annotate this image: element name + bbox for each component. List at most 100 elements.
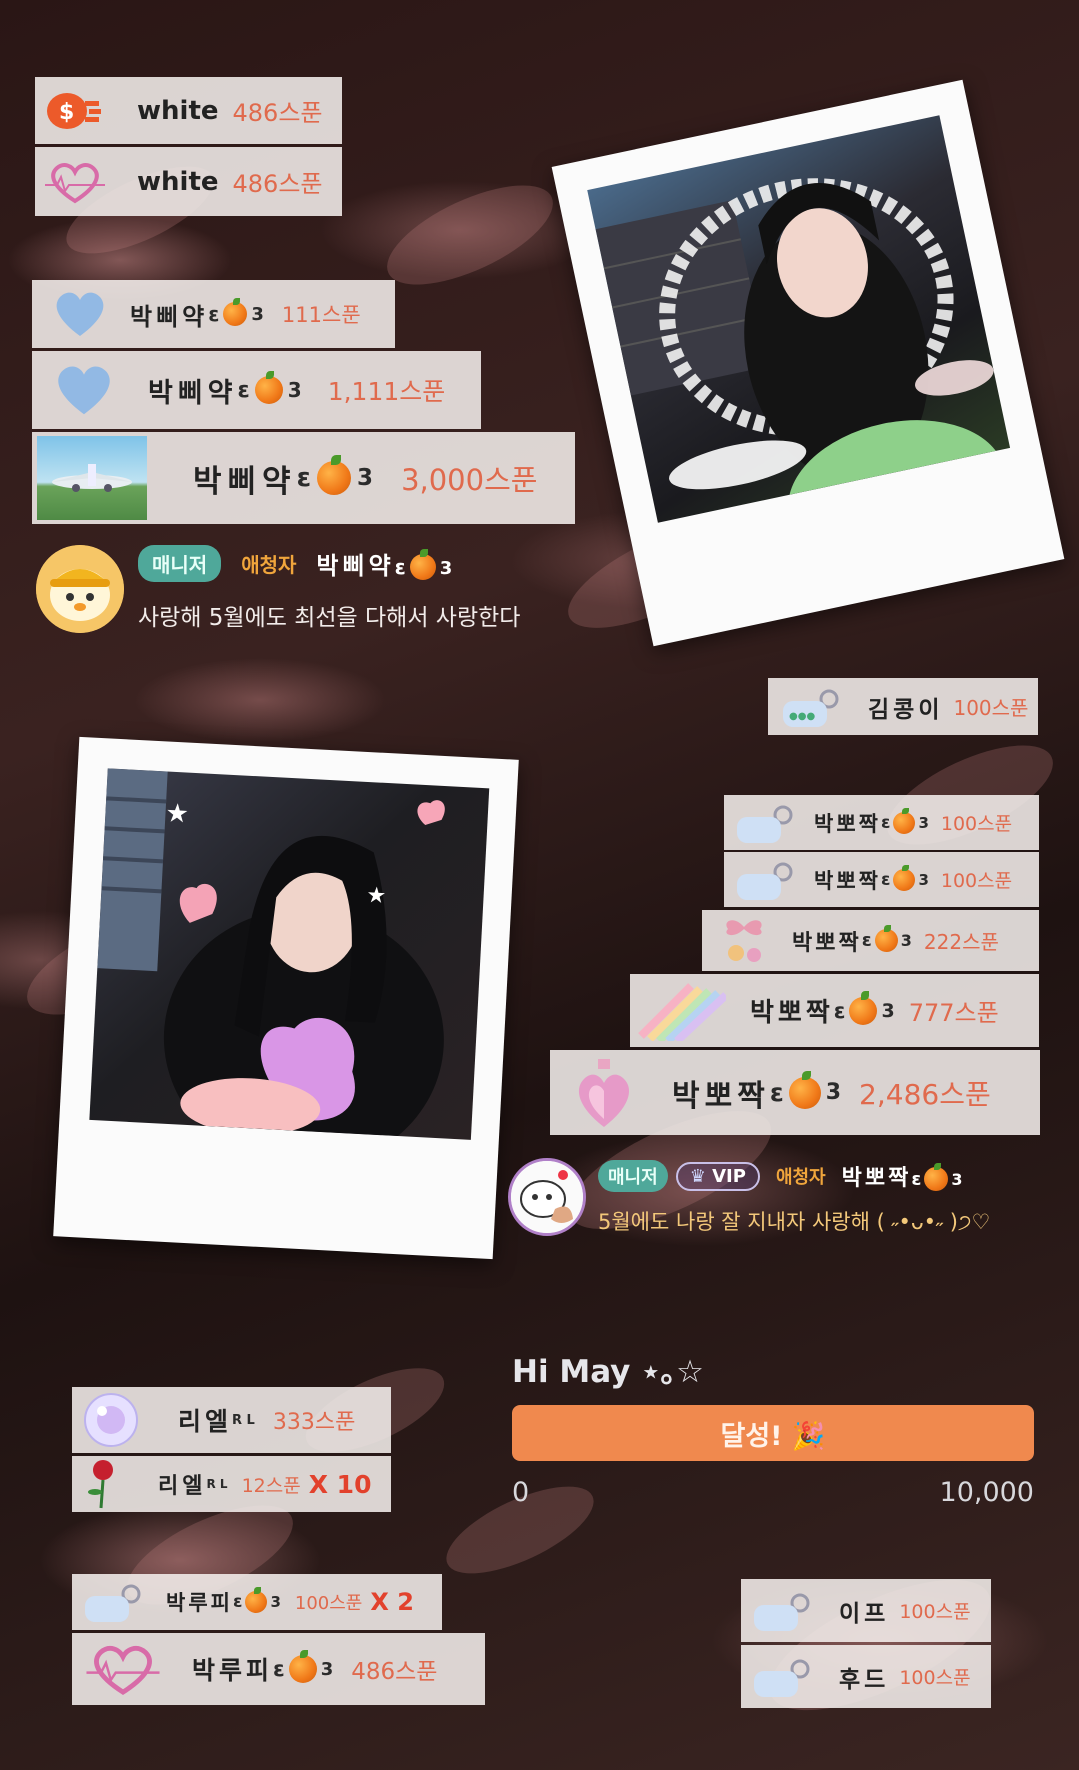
gift-row-bb-3: 박삐약 ε 3 3,000스푼 (32, 432, 575, 524)
gift-sender-name: 리엘 (178, 1407, 233, 1436)
gift-row-riel-2: 리엘 R L 12스푼 X 10 (72, 1456, 391, 1512)
name-suffix: ε (394, 555, 406, 579)
keyring-icon (747, 1651, 817, 1703)
name-number: 3 (825, 1080, 842, 1105)
gift-row-white-2: white 486스푼 (35, 147, 342, 216)
listener-tag: 애청자 (241, 553, 297, 577)
rainbow-icon (636, 979, 726, 1043)
name-suffix: ε (861, 930, 872, 951)
keyring-icon (730, 799, 800, 847)
gift-amount: 100스푼 (899, 1601, 971, 1623)
manager-tag: 매니저 (598, 1160, 668, 1192)
name-number: 3 (951, 1170, 963, 1189)
gift-amount: 486스푼 (351, 1659, 438, 1685)
chat-message-text: 5월에도 나랑 잘 지내자 사랑해 ( ˶•ᴗ•˶ )੭♡ (598, 1210, 991, 1234)
gift-amount: 1,111스푼 (327, 377, 446, 406)
gift-sender-name: 김콩이 (868, 696, 944, 723)
sender-name-text: 박뽀짝 (841, 1166, 912, 1191)
name-superscript: R L (206, 1477, 228, 1491)
gift-row-bp-5: 박뽀짝 ε 3 2,486스푼 (550, 1050, 1040, 1135)
blue-heart-icon (44, 360, 124, 420)
gift-row-ife: 이프 100스푼 (741, 1579, 991, 1642)
chat-sender-name: 박삐약ε 3 (316, 546, 452, 581)
gift-sender-name: 박뽀짝 (672, 1078, 770, 1114)
name-suffix: ε (880, 812, 891, 833)
gift-amount: 100스푼 (953, 696, 1029, 720)
goal-min: 0 (512, 1477, 530, 1508)
name-suffix: ε (237, 377, 250, 403)
gift-row-bb-2: 박삐약 ε 3 1,111스푼 (32, 351, 481, 429)
photo-image (587, 115, 1011, 523)
heart-sticker-icon (43, 157, 107, 207)
gift-multiplier: X 2 (370, 1588, 414, 1616)
gift-amount: 100스푼 (940, 870, 1013, 892)
avatar[interactable] (508, 1158, 586, 1236)
heart-sticker-icon (78, 1639, 168, 1699)
name-number: 3 (270, 1593, 281, 1611)
gift-amount: 2,486스푼 (859, 1077, 991, 1111)
bubble-icon (78, 1391, 144, 1449)
gift-multiplier: X 10 (308, 1469, 372, 1499)
name-number: 3 (918, 870, 929, 889)
orange-icon (788, 1070, 821, 1109)
gift-row-bp-3: 박뽀짝 ε 3 222스푼 (702, 910, 1039, 971)
polaroid-photo-2: ★ ★ (53, 736, 519, 1260)
vip-label: VIP (712, 1165, 746, 1187)
airplane-icon (37, 436, 147, 520)
gift-amount: 3,000스푼 (401, 463, 538, 497)
gift-row-bp-2: 박뽀짝 ε 3 100스푼 (724, 852, 1039, 907)
name-number: 3 (287, 378, 302, 402)
name-suffix: ε (273, 1657, 285, 1681)
orange-icon (245, 1587, 268, 1613)
gift-row-bp-1: 박뽀짝 ε 3 100스푼 (724, 795, 1039, 850)
name-suffix: ε (833, 998, 846, 1023)
ribbon-charm-icon (708, 914, 780, 968)
chat-message-2: 매니저 ♛ VIP 애청자 박뽀짝ε 3 5월에도 나랑 잘 지내자 사랑해 ( … (598, 1160, 1058, 1236)
gift-sender-name: 박삐약 (148, 377, 238, 409)
goal-max: 10,000 (939, 1477, 1034, 1508)
gift-amount: 777스푼 (908, 999, 999, 1027)
name-suffix: ε (769, 1078, 784, 1107)
orange-icon (893, 864, 916, 891)
gift-sender-name: 리엘 (158, 1474, 207, 1499)
vip-tag: ♛ VIP (675, 1161, 760, 1191)
gift-amount: 222스푼 (923, 930, 999, 954)
gift-sender-name: 박삐약 (130, 302, 209, 331)
gift-row-riel-1: 리엘 R L 333스푼 (72, 1387, 391, 1453)
avatar[interactable] (36, 545, 124, 633)
gift-amount: 100스푼 (294, 1593, 363, 1614)
goal-widget: Hi May ⋆｡☆ 달성! 🎉 0 10,000 (512, 1346, 1034, 1508)
gift-amount: 12스푼 (241, 1474, 301, 1497)
orange-icon (849, 991, 878, 1025)
gift-sender-name: white (137, 95, 219, 126)
gift-sender-name: 박삐약 (193, 463, 297, 500)
gift-sender-name: white (137, 166, 219, 197)
gift-sender-name: 박루피 (166, 1591, 233, 1615)
keyring-icon: ●●● (776, 682, 846, 732)
gift-sender-name: 후드 (839, 1666, 890, 1693)
crown-icon: ♛ (689, 1165, 706, 1187)
gift-row-kim: ●●● 김콩이 100스푼 (768, 678, 1038, 735)
name-number: 3 (251, 303, 264, 325)
blue-heart-icon (40, 286, 120, 342)
orange-icon (254, 370, 283, 404)
name-suffix: ε (880, 869, 891, 890)
gift-row-lp-2: 박루피 ε 3 486스푼 (72, 1633, 485, 1705)
gift-sender-name: 박루피 (192, 1656, 274, 1685)
orange-icon (893, 807, 916, 834)
keyring-icon (747, 1585, 817, 1637)
sender-name-text: 박삐약 (316, 552, 395, 580)
gift-amount: 100스푼 (940, 813, 1013, 835)
name-superscript: R L (232, 1412, 255, 1428)
name-number: 3 (918, 813, 929, 832)
name-number: 3 (900, 931, 912, 950)
gift-row-hood: 후드 100스푼 (741, 1645, 991, 1708)
perfume-heart-icon (564, 1054, 644, 1132)
name-number: 3 (357, 465, 374, 491)
gift-amount: 333스푼 (272, 1410, 356, 1435)
gift-row-bp-4: 박뽀짝 ε 3 777스푼 (630, 974, 1039, 1047)
chat-message-text: 사랑해 5월에도 최선을 다해서 사랑한다 (138, 605, 521, 631)
goal-bar-label: 달성! 🎉 (720, 1420, 826, 1452)
rose-icon (78, 1458, 128, 1510)
orange-icon (924, 1162, 949, 1191)
